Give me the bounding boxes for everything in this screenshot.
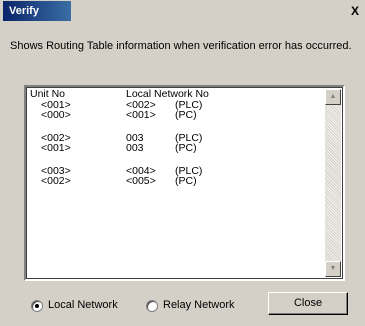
- station-type-cell: (PC): [175, 142, 197, 154]
- vertical-scrollbar[interactable]: ▲ ▼: [325, 89, 341, 277]
- triangle-up-icon: ▲: [329, 93, 337, 100]
- local-network-no-header: Local Network No: [126, 88, 209, 100]
- table-row: <001> 003 (PC): [28, 143, 325, 154]
- close-window-icon[interactable]: X: [348, 4, 362, 18]
- local-network-label[interactable]: Local Network: [48, 299, 118, 311]
- description-text: Shows Routing Table information when ver…: [10, 40, 352, 52]
- unit-no-cell: <001>: [41, 142, 71, 154]
- table-row: <000> <001> (PC): [28, 110, 325, 121]
- verify-dialog: Verify X Shows Routing Table information…: [0, 0, 365, 326]
- unit-no-header: Unit No: [30, 88, 66, 100]
- station-type-cell: (PC): [175, 175, 197, 187]
- triangle-down-icon: ▼: [329, 265, 337, 272]
- routing-table-content: Unit No Local Network No <001> <002> (PL…: [28, 89, 325, 277]
- close-button[interactable]: Close: [268, 292, 348, 315]
- title-bar: Verify X: [0, 0, 365, 24]
- scroll-down-button[interactable]: ▼: [325, 261, 341, 277]
- table-header-row: Unit No Local Network No: [28, 89, 325, 100]
- unit-no-cell: <000>: [41, 109, 71, 121]
- station-type-cell: (PC): [175, 109, 197, 121]
- radio-selected-dot: [35, 304, 39, 308]
- table-row: <002> <005> (PC): [28, 176, 325, 187]
- relay-network-label[interactable]: Relay Network: [163, 299, 235, 311]
- routing-table-listbox[interactable]: Unit No Local Network No <001> <002> (PL…: [24, 85, 345, 281]
- network-no-cell: 003: [126, 142, 144, 154]
- unit-no-cell: <002>: [41, 175, 71, 187]
- window-title: Verify: [3, 1, 71, 21]
- network-no-cell: <001>: [126, 109, 156, 121]
- relay-network-radio[interactable]: [146, 300, 158, 312]
- local-network-radio[interactable]: [31, 300, 43, 312]
- network-no-cell: <005>: [126, 175, 156, 187]
- scroll-up-button[interactable]: ▲: [325, 89, 341, 105]
